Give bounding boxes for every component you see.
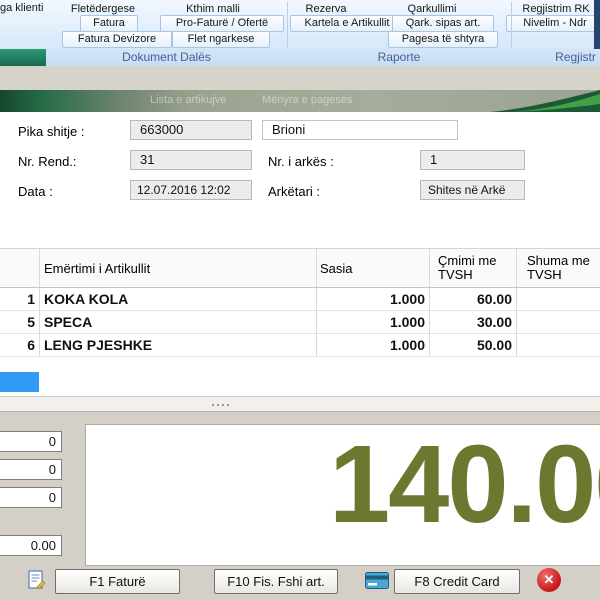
row-qty: 1.000 xyxy=(317,311,430,333)
splitter-grip-icon xyxy=(212,404,229,406)
ribbon-group-captions: Dokument Dalës Raporte Regjistr xyxy=(0,48,600,67)
row-total: 30.00 xyxy=(517,311,600,333)
row-total: 60.00 xyxy=(517,288,600,310)
nr-arkes-field[interactable]: 1 xyxy=(420,150,525,170)
row-qty: 1.000 xyxy=(317,334,430,356)
table-row[interactable]: 5 SPECA 1.000 30.00 30.00 xyxy=(0,311,600,334)
pika-shitje-code-field[interactable]: 663000 xyxy=(130,120,252,140)
data-field[interactable]: 12.07.2016 12:02 xyxy=(130,180,252,200)
ribbon-item-rezerva[interactable]: Rezerva xyxy=(296,2,356,16)
row-name: LENG PJESHKE xyxy=(40,334,317,356)
pos-window: ga klienti Fletëdergese Fatura Fatura De… xyxy=(0,0,600,600)
grid-header-total: Shuma me TVSH xyxy=(517,249,600,287)
amount-field-1[interactable]: 0 xyxy=(0,431,62,452)
grid-header-code xyxy=(0,249,40,287)
row-price: 30.00 xyxy=(430,311,517,333)
panel-header-band: Lista e artikujve Mënyra e pagesës xyxy=(0,90,600,112)
ribbon-group-label-dokument-dales: Dokument Dalës xyxy=(46,50,287,64)
row-name: SPECA xyxy=(40,311,317,333)
arketari-label: Arkëtari : xyxy=(268,182,320,202)
table-row[interactable]: 6 LENG PJESHKE 1.000 50.00 50.00 xyxy=(0,334,600,357)
total-amount: 140.00 xyxy=(329,427,600,543)
background-band xyxy=(0,66,600,90)
ribbon-item-partial-klienti[interactable]: ga klienti xyxy=(0,1,48,15)
ribbon-group-label-raporte: Raporte xyxy=(287,50,511,64)
amount-field-2[interactable]: 0 xyxy=(0,459,62,480)
invoice-icon[interactable] xyxy=(26,570,46,590)
ribbon-group-label-regjistra: Regjistr xyxy=(551,50,600,64)
ribbon-item-fatura[interactable]: Fatura xyxy=(80,15,138,32)
ribbon-toolbar: ga klienti Fletëdergese Fatura Fatura De… xyxy=(0,0,600,66)
band-left-caption: Lista e artikujve xyxy=(150,94,226,106)
row-name: KOKA KOLA xyxy=(40,288,317,310)
grid-header-total-line2: TVSH xyxy=(527,268,562,282)
data-label: Data : xyxy=(18,182,53,202)
amount-field-3[interactable]: 0 xyxy=(0,487,62,508)
ribbon-item-fletedergese[interactable]: Fletëdergese xyxy=(48,2,158,16)
ribbon-item-nivelim[interactable]: Nivelim - Ndr xyxy=(506,15,600,32)
ribbon-item-qarkullimi[interactable]: Qarkullimi xyxy=(398,2,466,16)
ribbon-item-pro-fature[interactable]: Pro-Faturë / Ofertë xyxy=(160,15,284,32)
window-edge-strip xyxy=(594,0,600,49)
row-price: 60.00 xyxy=(430,288,517,310)
pika-shitje-label: Pika shitje : xyxy=(18,122,84,142)
row-total: 50.00 xyxy=(517,334,600,356)
ribbon-item-regjistrim-rk[interactable]: Regjistrim RK xyxy=(506,2,600,16)
ribbon-item-pagesa-shtyra[interactable]: Pagesa të shtyra xyxy=(388,31,498,48)
grid-header-price: Çmimi me TVSH xyxy=(430,249,517,287)
grid-header-price-line2: TVSH xyxy=(438,268,473,282)
grid-header-row: Emërtimi i Artikullit Sasia Çmimi me TVS… xyxy=(0,249,600,288)
sale-header-form: Pika shitje : 663000 Brioni Nr. Rend.: 3… xyxy=(0,112,600,246)
row-code: 5 xyxy=(0,311,40,333)
ribbon-item-fatura-devizore[interactable]: Fatura Devizore xyxy=(62,31,172,48)
row-qty: 1.000 xyxy=(317,288,430,310)
payment-panel: 0 0 0 0.00 140.00 F1 Faturë F10 Fis. Fsh… xyxy=(0,412,600,600)
row-price: 50.00 xyxy=(430,334,517,356)
delete-icon[interactable]: ✕ xyxy=(537,568,561,592)
teal-accent-block xyxy=(0,49,46,66)
ribbon-item-qark-sipas-art[interactable]: Qark. sipas art. xyxy=(392,15,494,32)
total-display: 140.00 xyxy=(85,424,600,566)
ribbon-item-kartela-artikullit[interactable]: Kartela e Artikullit xyxy=(290,15,404,32)
grid-header-qty: Sasia xyxy=(317,249,430,287)
ribbon-item-kthim-malli[interactable]: Kthim malli xyxy=(168,2,258,16)
grid-header-price-line1: Çmimi me xyxy=(438,254,497,268)
grid-header-name: Emërtimi i Artikullit xyxy=(40,249,317,287)
f8-credit-card-button[interactable]: F8 Credit Card xyxy=(394,569,520,594)
amount-field-4[interactable]: 0.00 xyxy=(0,535,62,556)
credit-card-icon[interactable] xyxy=(365,572,389,589)
green-swoosh-graphic xyxy=(490,90,600,112)
nr-rend-field[interactable]: 31 xyxy=(130,150,252,170)
nr-rend-label: Nr. Rend.: xyxy=(18,152,77,172)
nr-arkes-label: Nr. i arkës : xyxy=(268,152,334,172)
table-row[interactable]: 1 KOKA KOLA 1.000 60.00 60.00 xyxy=(0,288,600,311)
row-code: 1 xyxy=(0,288,40,310)
f10-fshi-art-button[interactable]: F10 Fis. Fshi art. xyxy=(214,569,338,594)
band-right-caption: Mënyra e pagesës xyxy=(262,94,353,106)
f1-fature-button[interactable]: F1 Faturë xyxy=(55,569,180,594)
pika-shitje-name-field[interactable]: Brioni xyxy=(262,120,458,140)
arketari-field[interactable]: Shites në Arkë xyxy=(420,180,525,200)
grid-header-total-line1: Shuma me xyxy=(527,254,590,268)
articles-grid: Emërtimi i Artikullit Sasia Çmimi me TVS… xyxy=(0,248,600,397)
ribbon-item-flet-ngarkese[interactable]: Flet ngarkese xyxy=(172,31,270,48)
selected-row-indicator[interactable] xyxy=(0,372,39,392)
splitter-bar[interactable] xyxy=(0,396,600,412)
row-code: 6 xyxy=(0,334,40,356)
